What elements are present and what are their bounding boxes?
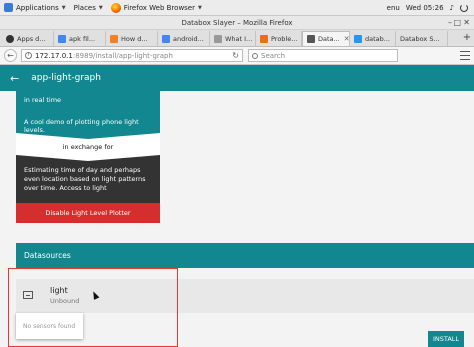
- arrow-divider: [16, 155, 160, 161]
- exchange-label: in exchange for: [62, 143, 114, 151]
- browser-tab[interactable]: android...: [158, 31, 210, 46]
- places-label: Places: [73, 3, 96, 12]
- browser-tab[interactable]: What I...: [210, 31, 256, 46]
- main-content: in real time A cool demo of plotting pho…: [0, 91, 474, 347]
- volume-icon[interactable]: ♪: [450, 4, 454, 12]
- datasources-header: Datasources: [16, 243, 474, 268]
- close-window-icon[interactable]: ✕: [463, 18, 470, 28]
- hamburger-menu-icon[interactable]: [460, 51, 470, 60]
- window-titlebar[interactable]: Databox Slayer – Mozilla Firefox – □ ✕: [0, 16, 474, 30]
- tab-label: What I...: [225, 34, 253, 43]
- permission-card: Estimating time of day and perhaps even …: [16, 155, 160, 203]
- tab-label: apk fil...: [69, 34, 96, 43]
- description-line-1: in real time: [24, 96, 62, 104]
- power-icon[interactable]: [460, 3, 468, 12]
- tab-label: Proble...: [271, 34, 298, 43]
- arrow-divider: [16, 133, 160, 139]
- close-tab-icon[interactable]: ✕: [344, 35, 349, 43]
- browser-tab[interactable]: datab...: [350, 31, 396, 46]
- window-title: Databox Slayer – Mozilla Firefox: [181, 19, 293, 27]
- browser-tab[interactable]: apk fil...: [54, 31, 106, 46]
- databox-icon: [307, 35, 315, 43]
- system-top-bar: Applications ▼ Places ▼ Firefox Web Brow…: [0, 0, 474, 16]
- permission-text: Estimating time of day and perhaps even …: [24, 166, 146, 192]
- clock[interactable]: Wed 05:26: [406, 4, 444, 12]
- search-icon: [252, 52, 258, 59]
- browser-tab[interactable]: Databox S...: [396, 31, 448, 46]
- install-button[interactable]: INSTALL: [428, 331, 464, 347]
- stackoverflow-icon: [110, 34, 118, 43]
- applications-icon: [4, 3, 13, 12]
- maximize-icon[interactable]: □: [453, 18, 461, 28]
- info-icon[interactable]: i: [25, 52, 32, 59]
- browser-tab[interactable]: Apps d...: [2, 31, 54, 46]
- firefox-icon: [110, 2, 121, 13]
- url-host: 172.17.0.1: [35, 51, 73, 60]
- url-bar[interactable]: i 172.17.0.1:8989/install/app-light-grap…: [21, 49, 243, 62]
- tab-label: How d...: [121, 34, 148, 43]
- page-title: app-light-graph: [31, 73, 101, 83]
- browser-tab[interactable]: How d...: [106, 31, 158, 46]
- tab-label: Databox S...: [400, 34, 440, 43]
- tab-label: android...: [173, 34, 204, 43]
- annotation-highlight-box: [8, 268, 178, 347]
- applications-label: Applications: [16, 3, 59, 12]
- chevron-down-icon: ▼: [61, 4, 66, 11]
- app-header: ← app-light-graph: [0, 65, 474, 91]
- app-description-card: in real time A cool demo of plotting pho…: [16, 91, 160, 134]
- navigation-bar: ← i 172.17.0.1:8989/install/app-light-gr…: [0, 47, 474, 65]
- warning-icon: [260, 34, 268, 43]
- chevron-down-icon: ▼: [98, 4, 103, 11]
- search-input[interactable]: Search: [248, 49, 398, 62]
- google-icon: [58, 34, 66, 43]
- active-app-menu[interactable]: Firefox Web Browser ▼: [107, 0, 206, 16]
- github-icon: [6, 34, 14, 43]
- dropbox-icon: [354, 34, 362, 43]
- reload-icon[interactable]: ↻: [232, 51, 239, 60]
- exchange-band: in exchange for: [16, 133, 160, 155]
- url-path: :8989/install/app-light-graph: [72, 51, 173, 60]
- browser-tab[interactable]: Proble...: [256, 31, 302, 46]
- arrow-back-icon[interactable]: ←: [10, 73, 19, 84]
- description-line-2: A cool demo of plotting phone light leve…: [24, 118, 139, 134]
- page-icon: [214, 34, 222, 43]
- minimize-icon[interactable]: –: [448, 18, 452, 28]
- chevron-down-icon: ▼: [198, 4, 202, 11]
- disable-plotter-button[interactable]: Disable Light Level Plotter: [16, 203, 160, 223]
- applications-menu[interactable]: Applications ▼: [0, 0, 70, 16]
- keyboard-layout[interactable]: enu: [387, 4, 400, 12]
- active-app-label: Firefox Web Browser: [123, 3, 195, 12]
- tab-label: Apps d...: [17, 34, 46, 43]
- places-menu[interactable]: Places ▼: [70, 0, 107, 16]
- browser-tab-active[interactable]: Data... ✕: [302, 31, 350, 46]
- tab-label: Data...: [318, 35, 340, 43]
- tab-strip: Apps d... apk fil... How d... android...…: [0, 30, 474, 47]
- back-button[interactable]: ←: [4, 49, 17, 62]
- new-tab-button[interactable]: +: [460, 31, 474, 46]
- tab-label: datab...: [365, 34, 390, 43]
- search-placeholder: Search: [261, 51, 286, 60]
- google-icon: [162, 34, 170, 43]
